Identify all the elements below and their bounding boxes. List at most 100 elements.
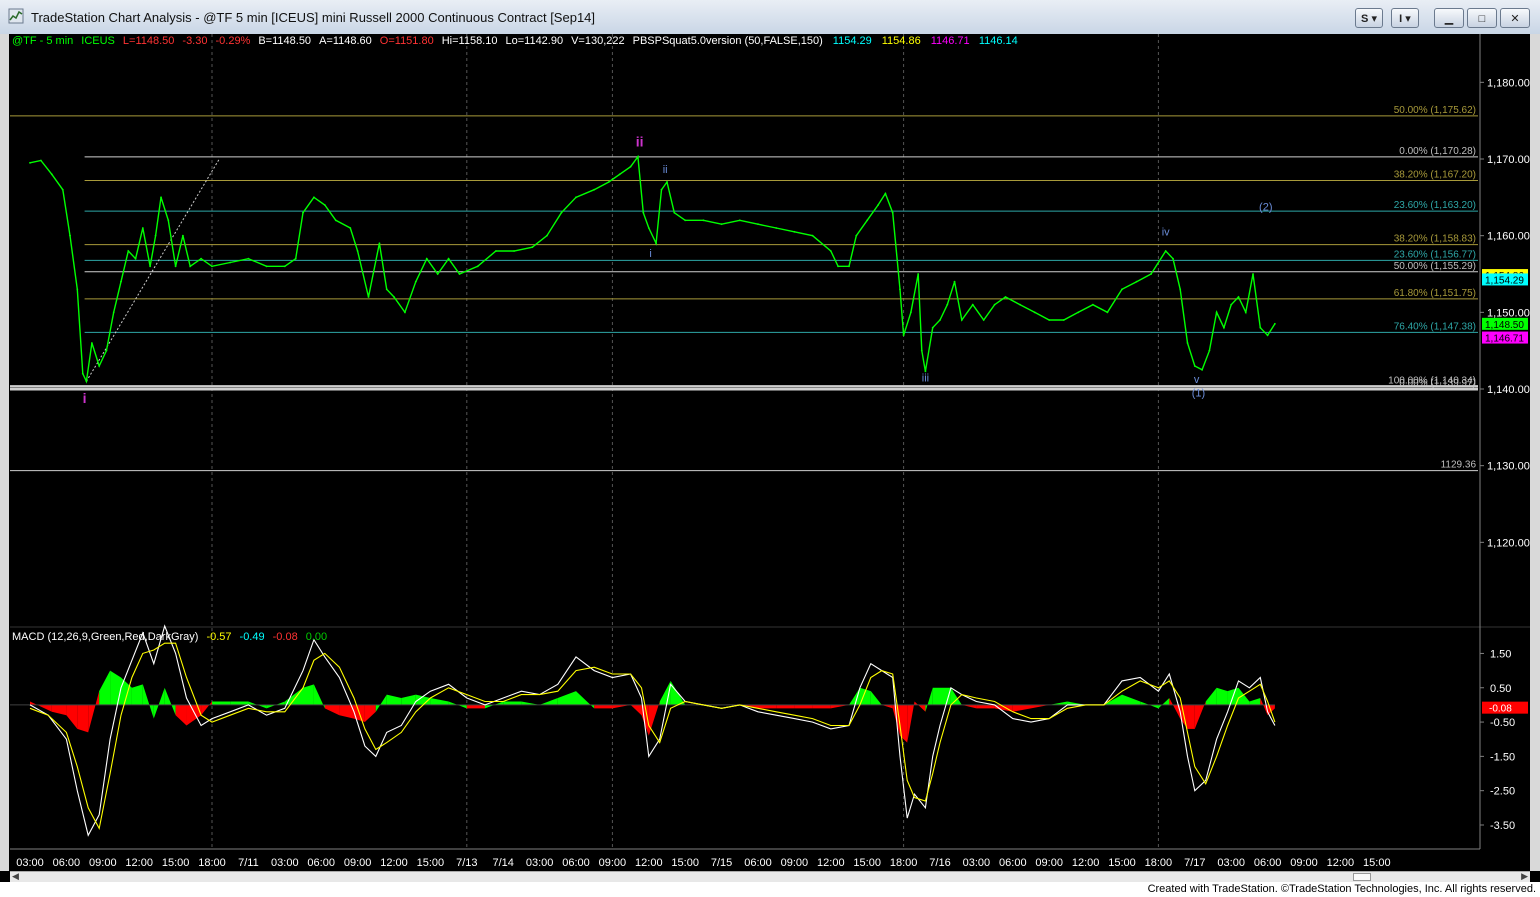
scroll-thumb[interactable] bbox=[1353, 873, 1371, 881]
price-point bbox=[61, 188, 64, 191]
price-point bbox=[265, 265, 268, 268]
x-tick-label: 09:00 bbox=[344, 857, 372, 869]
price-point bbox=[684, 219, 687, 222]
copyright-credit: Created with TradeStation. ©TradeStation… bbox=[1147, 883, 1536, 895]
wave-label: iii bbox=[922, 372, 929, 384]
price-point bbox=[1004, 296, 1007, 298]
macd-histogram-segment bbox=[503, 701, 522, 705]
price-point bbox=[575, 196, 577, 199]
x-tick-label: 09:00 bbox=[599, 857, 627, 869]
price-point bbox=[1237, 296, 1240, 298]
price-point bbox=[1215, 311, 1218, 314]
price-point bbox=[877, 204, 880, 206]
macd-value-tag-label: -0.08 bbox=[1489, 704, 1512, 715]
price-y-tick-label: 1,180.00 bbox=[1487, 77, 1530, 89]
price-point bbox=[720, 223, 723, 226]
minimize-button[interactable]: ▁ bbox=[1434, 8, 1464, 28]
price-point bbox=[1172, 257, 1174, 260]
macd-value-3: -0.08 bbox=[273, 631, 298, 643]
x-tick-label: 06:00 bbox=[307, 857, 335, 869]
price-point bbox=[1164, 250, 1167, 252]
fib-level-label: 38.20% (1,158.83) bbox=[1394, 234, 1476, 245]
price-point bbox=[302, 211, 304, 214]
price-point bbox=[105, 349, 108, 352]
price-point bbox=[458, 273, 461, 275]
fib-level-label: 50.00% (1,175.62) bbox=[1394, 105, 1476, 116]
price-point bbox=[294, 257, 297, 260]
header-last: L=1148.50 bbox=[123, 35, 175, 47]
price-point bbox=[629, 165, 632, 168]
price-point bbox=[513, 250, 516, 252]
macd-y-tick-label: -3.50 bbox=[1490, 820, 1515, 832]
interval-link-i-button[interactable]: I ▾ bbox=[1391, 8, 1419, 28]
study-value-3: 1146.71 bbox=[931, 35, 970, 47]
price-point bbox=[793, 230, 796, 233]
price-point bbox=[98, 365, 101, 367]
macd-histogram-segment bbox=[776, 704, 795, 709]
price-point bbox=[993, 303, 996, 306]
symbol-link-s-button[interactable]: S ▾ bbox=[1355, 8, 1383, 28]
price-point bbox=[1208, 349, 1211, 352]
macd-histogram-segment bbox=[230, 701, 249, 705]
maximize-button[interactable]: □ bbox=[1467, 8, 1497, 28]
scroll-right-icon[interactable]: ▶ bbox=[1521, 871, 1528, 882]
price-point bbox=[757, 223, 759, 226]
price-point bbox=[531, 246, 534, 249]
x-tick-label: 15:00 bbox=[1363, 857, 1391, 869]
price-point bbox=[174, 265, 177, 268]
horizontal-scrollbar[interactable]: ◀ ▶ bbox=[10, 871, 1530, 882]
header-volume: V=130,222 bbox=[571, 35, 625, 47]
price-point bbox=[673, 211, 676, 214]
price-point bbox=[211, 265, 213, 268]
macd-histogram-segment bbox=[303, 684, 314, 705]
macd-value-4: 0.00 bbox=[306, 631, 327, 643]
macd-y-tick-label: 0.50 bbox=[1490, 683, 1511, 695]
price-y-tick-label: 1,140.00 bbox=[1487, 384, 1530, 396]
price-point bbox=[982, 319, 985, 321]
x-tick-label: 7/13 bbox=[456, 857, 477, 869]
close-button[interactable]: ✕ bbox=[1500, 8, 1530, 28]
macd-value-2: -0.49 bbox=[240, 631, 265, 643]
price-point bbox=[560, 211, 563, 214]
header-ask: A=1148.60 bbox=[319, 35, 372, 47]
x-tick-label: 18:00 bbox=[1145, 857, 1173, 869]
price-point bbox=[112, 311, 115, 314]
wave-label: (2) bbox=[1259, 201, 1272, 213]
price-point bbox=[1252, 273, 1254, 275]
macd-y-tick-label: -0.50 bbox=[1490, 717, 1515, 729]
price-y-tick-label: 1,160.00 bbox=[1487, 231, 1530, 243]
scroll-left-icon[interactable]: ◀ bbox=[12, 871, 19, 882]
x-tick-label: 12:00 bbox=[125, 857, 153, 869]
x-tick-label: 12:00 bbox=[817, 857, 845, 869]
maximize-icon: □ bbox=[1478, 13, 1486, 25]
header-exchange: ICEUS bbox=[81, 35, 115, 47]
price-point bbox=[40, 159, 42, 162]
price-point bbox=[120, 280, 122, 283]
price-point bbox=[1259, 326, 1262, 329]
price-point bbox=[334, 219, 337, 222]
fib-level-label: 61.80% (1,151.75) bbox=[1394, 288, 1476, 299]
header-change: -3.30 bbox=[182, 35, 207, 47]
macd-histogram-segment bbox=[131, 684, 143, 705]
minimize-icon: ▁ bbox=[1444, 13, 1454, 25]
chart-area[interactable]: 50.00% (1,175.62) 0.00% (1,170.28) 38.20% … bbox=[0, 34, 1540, 871]
price-point bbox=[1135, 280, 1138, 283]
chart-background bbox=[9, 34, 1530, 871]
price-point bbox=[385, 288, 388, 291]
price-point bbox=[447, 257, 450, 260]
x-tick-label: 7/17 bbox=[1184, 857, 1205, 869]
x-tick-label: 18:00 bbox=[198, 857, 226, 869]
fib-level-label: 0.00% (1,170.28) bbox=[1399, 146, 1476, 157]
price-point bbox=[69, 234, 71, 237]
footer: Created with TradeStation. ©TradeStation… bbox=[0, 882, 1540, 897]
price-point bbox=[323, 204, 326, 206]
price-y-tick-label: 1,170.00 bbox=[1487, 154, 1530, 166]
x-tick-label: 12:00 bbox=[635, 857, 663, 869]
price-point bbox=[367, 296, 370, 298]
price-point bbox=[414, 280, 417, 283]
header-open: O=1151.80 bbox=[380, 35, 434, 47]
price-point bbox=[425, 257, 428, 260]
header-symbol: @TF - 5 min bbox=[12, 35, 73, 47]
price-point bbox=[154, 234, 157, 237]
s-dropdown-arrow-icon: ▾ bbox=[1371, 13, 1377, 25]
